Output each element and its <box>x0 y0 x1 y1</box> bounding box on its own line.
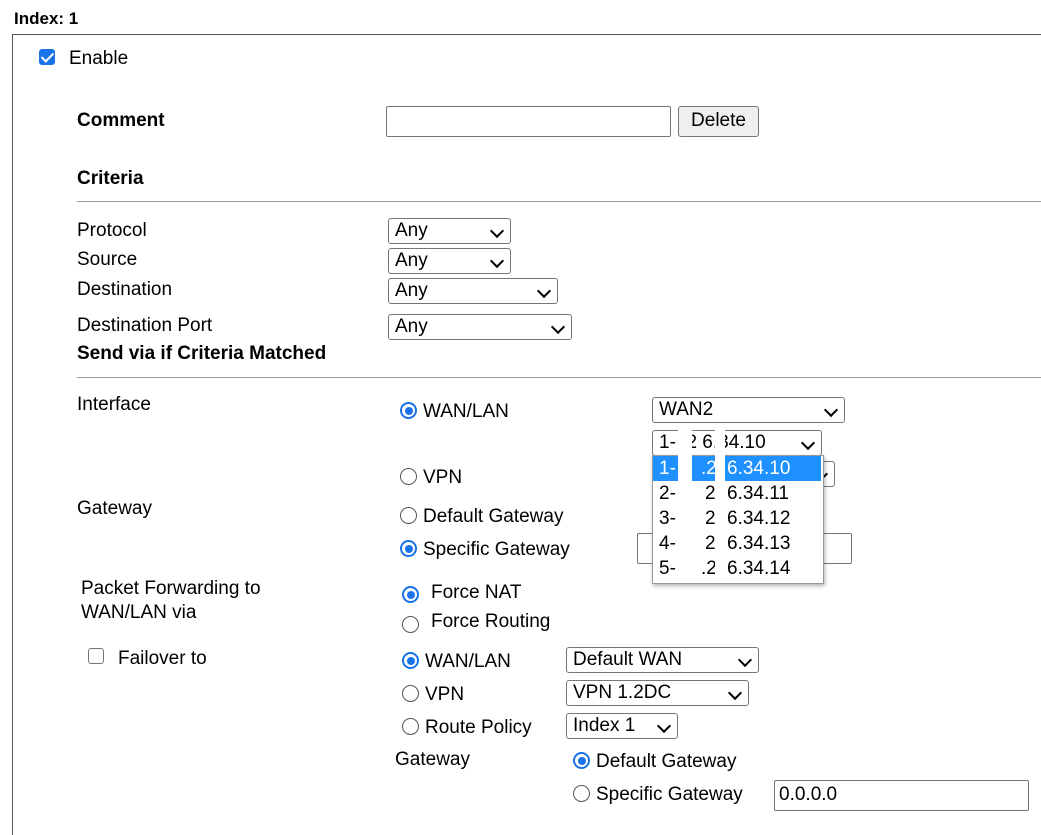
failover-route-policy-select[interactable]: Index 1 <box>566 713 678 739</box>
wan-value: WAN2 <box>659 399 714 420</box>
destination-label: Destination <box>77 279 173 300</box>
destination-port-label: Destination Port <box>77 315 213 336</box>
index-label: Index: 1 <box>14 9 79 28</box>
ip-option-ip: 6.34.13 <box>727 533 791 554</box>
criteria-divider <box>77 201 1041 202</box>
ip-option-mid: 2 <box>705 508 716 529</box>
force-routing-radio[interactable] <box>402 616 419 633</box>
redaction-mask <box>678 428 692 582</box>
destination-port-select[interactable]: Any <box>388 314 572 340</box>
criteria-heading: Criteria <box>77 168 144 189</box>
ip-option-index: 4- <box>659 533 676 554</box>
wan-select[interactable]: WAN2 <box>652 397 845 423</box>
source-select[interactable]: Any <box>388 248 511 274</box>
ip-option-index: 5- <box>659 558 676 579</box>
failover-vpn-label: VPN <box>425 684 465 705</box>
chevron-down-icon <box>550 319 566 335</box>
chevron-down-icon <box>489 253 505 269</box>
failover-default-gateway-radio[interactable] <box>573 752 590 769</box>
chevron-down-icon <box>823 402 839 418</box>
ip-option-index: 2- <box>659 483 676 504</box>
wan-lan-radio[interactable] <box>400 402 417 419</box>
chevron-down-icon <box>656 718 672 734</box>
default-gateway-radio[interactable] <box>400 507 417 524</box>
failover-vpn-value: VPN 1.2DC <box>573 682 672 703</box>
source-label: Source <box>77 249 138 270</box>
destination-select[interactable]: Any <box>388 278 558 304</box>
specific-gateway-label: Specific Gateway <box>423 539 570 560</box>
failover-specific-gateway-radio[interactable] <box>573 785 590 802</box>
enable-label: Enable <box>69 48 129 69</box>
enable-checkbox[interactable] <box>39 49 55 65</box>
interface-label: Interface <box>77 394 151 415</box>
force-nat-radio[interactable] <box>402 586 419 603</box>
failover-route-policy-value: Index 1 <box>573 715 636 736</box>
failover-default-gateway-label: Default Gateway <box>596 751 737 772</box>
failover-wan-value: Default WAN <box>573 649 683 670</box>
ip-option-ip: 6.34.11 <box>727 483 789 504</box>
protocol-select[interactable]: Any <box>388 218 511 244</box>
failover-vpn-select[interactable]: VPN 1.2DC <box>566 680 749 706</box>
failover-gateway-label: Gateway <box>395 749 470 770</box>
destination-value: Any <box>395 280 428 301</box>
failover-specific-gateway-input[interactable]: 0.0.0.0 <box>774 780 1029 811</box>
send-via-divider <box>77 377 1041 378</box>
wan-lan-label: WAN/LAN <box>423 401 509 422</box>
vpn-label: VPN <box>423 467 463 488</box>
packet-forwarding-label-line2: WAN/LAN via <box>81 602 197 623</box>
failover-wan-lan-radio[interactable] <box>402 652 419 669</box>
ip-option-mid: 2 <box>705 483 716 504</box>
ip-option-index: 1- <box>659 458 676 479</box>
gateway-label: Gateway <box>77 498 152 519</box>
redaction-mask <box>715 428 725 582</box>
failover-route-policy-radio[interactable] <box>402 718 419 735</box>
force-nat-label: Force NAT <box>431 582 522 603</box>
send-via-heading: Send via if Criteria Matched <box>77 343 327 364</box>
comment-input[interactable] <box>386 106 671 137</box>
protocol-value: Any <box>395 220 428 241</box>
vpn-radio[interactable] <box>400 468 417 485</box>
failover-specific-gateway-label: Specific Gateway <box>596 784 743 805</box>
chevron-down-icon <box>727 685 743 701</box>
failover-checkbox[interactable] <box>88 648 104 664</box>
ip-option-ip: 6.34.10 <box>727 458 791 479</box>
ip-option-ip: 6.34.12 <box>727 508 791 529</box>
chevron-down-icon <box>536 283 552 299</box>
rule-frame <box>12 34 1041 835</box>
comment-label: Comment <box>77 110 165 131</box>
failover-label: Failover to <box>118 648 207 669</box>
ip-option-mid: 2 <box>705 533 716 554</box>
ip-select-value: 1- .2 6.34.10 <box>659 432 766 453</box>
default-gateway-label: Default Gateway <box>423 506 564 527</box>
packet-forwarding-label-line1: Packet Forwarding to <box>81 578 261 599</box>
chevron-down-icon <box>489 223 505 239</box>
force-routing-label: Force Routing <box>431 611 551 632</box>
failover-route-policy-label: Route Policy <box>425 717 532 738</box>
ip-option-index: 3- <box>659 508 676 529</box>
chevron-down-icon <box>800 435 816 451</box>
specific-gateway-radio[interactable] <box>400 540 417 557</box>
source-value: Any <box>395 250 428 271</box>
failover-wan-lan-label: WAN/LAN <box>425 651 511 672</box>
protocol-label: Protocol <box>77 220 147 241</box>
failover-wan-select[interactable]: Default WAN <box>566 647 759 673</box>
chevron-down-icon <box>737 652 753 668</box>
delete-button[interactable]: Delete <box>678 106 759 137</box>
destination-port-value: Any <box>395 316 428 337</box>
failover-vpn-radio[interactable] <box>402 685 419 702</box>
ip-option-ip: 6.34.14 <box>727 558 791 579</box>
